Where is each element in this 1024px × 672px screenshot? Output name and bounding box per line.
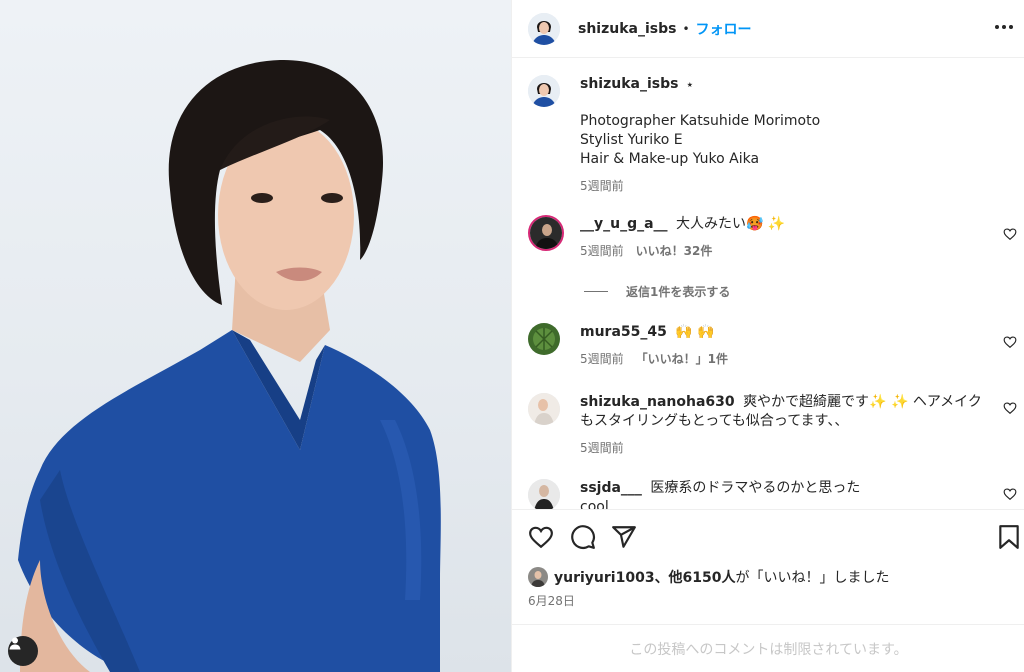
liked-by-text: が「いいね！」しました xyxy=(735,570,890,586)
avatar[interactable] xyxy=(528,479,560,509)
comment-likes[interactable]: 「いいね！」1件 xyxy=(636,350,728,369)
avatar[interactable] xyxy=(528,567,548,587)
comment-icon[interactable] xyxy=(570,524,596,550)
bookmark-icon[interactable] xyxy=(996,524,1022,550)
comment-text: 🙌 🙌 xyxy=(675,324,715,340)
avatar[interactable] xyxy=(528,215,564,251)
comment-username[interactable]: __y_u_g_a__ xyxy=(580,216,668,232)
liked-by-count[interactable]: 、他6150人 xyxy=(655,570,736,586)
profile-picture-icon xyxy=(528,75,560,107)
follow-button[interactable]: フォロー xyxy=(696,19,752,39)
comment-username[interactable]: ssjda___ xyxy=(580,480,642,496)
caption-line: Stylist Yuriko E xyxy=(580,132,683,148)
comment-text: 医療系のドラマやるのかと思った xyxy=(650,480,861,496)
comment-time[interactable]: 5週間前 xyxy=(580,242,624,261)
comment-time[interactable]: 5週間前 xyxy=(580,350,624,369)
post-header: shizuka_isbs • フォロー xyxy=(512,0,1024,58)
caption-time[interactable]: 5週間前 xyxy=(580,177,624,196)
verified-mark: ⭑ xyxy=(686,78,693,91)
more-icon xyxy=(995,25,999,29)
profile-picture-icon xyxy=(528,323,560,355)
more-options-button[interactable] xyxy=(993,16,1015,38)
avatar[interactable] xyxy=(528,12,560,45)
heart-icon[interactable] xyxy=(1003,487,1017,501)
post-photo[interactable] xyxy=(0,0,511,672)
heart-icon[interactable] xyxy=(1003,335,1017,349)
comments-restricted-notice: この投稿へのコメントは制限されています。 xyxy=(512,624,1024,672)
profile-picture-icon xyxy=(530,217,562,249)
caption-text: Photographer Katsuhide Morimoto Stylist … xyxy=(580,112,1000,169)
comment-text: 大人みたい🥵 ✨ xyxy=(676,216,786,232)
avatar[interactable] xyxy=(528,393,560,425)
heart-icon[interactable] xyxy=(1003,401,1017,415)
liked-by: yuriyuri1003、他6150人が「いいね！」しました xyxy=(528,567,890,587)
user-tag-icon xyxy=(9,637,21,650)
profile-picture-icon xyxy=(528,567,548,587)
comment-likes[interactable]: いいね！32件 xyxy=(636,242,713,261)
caption-username[interactable]: shizuka_isbs xyxy=(580,76,678,92)
view-replies-button[interactable]: 返信1件を表示する xyxy=(584,283,730,300)
post-side-panel: shizuka_isbs • フォロー shizuka_isbs ⭑ Photo… xyxy=(511,0,1024,672)
profile-picture-icon xyxy=(528,12,560,45)
profile-picture-icon xyxy=(528,479,560,509)
comment-text-continued: cool xyxy=(580,499,609,509)
comment-username[interactable]: shizuka_nanoha630 xyxy=(580,394,735,410)
post-date[interactable]: 6月28日 xyxy=(528,592,575,609)
comment-username[interactable]: mura55_45 xyxy=(580,324,667,340)
liked-by-user[interactable]: yuriyuri1003 xyxy=(554,570,655,586)
comment-time[interactable]: 5週間前 xyxy=(580,439,624,458)
portrait-image xyxy=(18,59,441,672)
header-separator: • xyxy=(682,21,690,36)
profile-picture-icon xyxy=(528,393,560,425)
caption-line: Hair & Make-up Yuko Aika xyxy=(580,151,760,167)
avatar[interactable] xyxy=(528,323,560,355)
user-tag-button[interactable] xyxy=(8,636,38,666)
share-icon[interactable] xyxy=(611,524,637,550)
heart-icon[interactable] xyxy=(1003,227,1017,241)
avatar[interactable] xyxy=(528,75,560,107)
caption-line: Photographer Katsuhide Morimoto xyxy=(580,113,821,129)
post-actions: yuriyuri1003、他6150人が「いいね！」しました 6月28日 xyxy=(512,509,1024,624)
view-replies-label: 返信1件を表示する xyxy=(626,285,731,299)
heart-icon[interactable] xyxy=(528,524,554,550)
comments-list[interactable]: shizuka_isbs ⭑ Photographer Katsuhide Mo… xyxy=(512,59,1024,509)
post-username[interactable]: shizuka_isbs xyxy=(578,21,676,37)
